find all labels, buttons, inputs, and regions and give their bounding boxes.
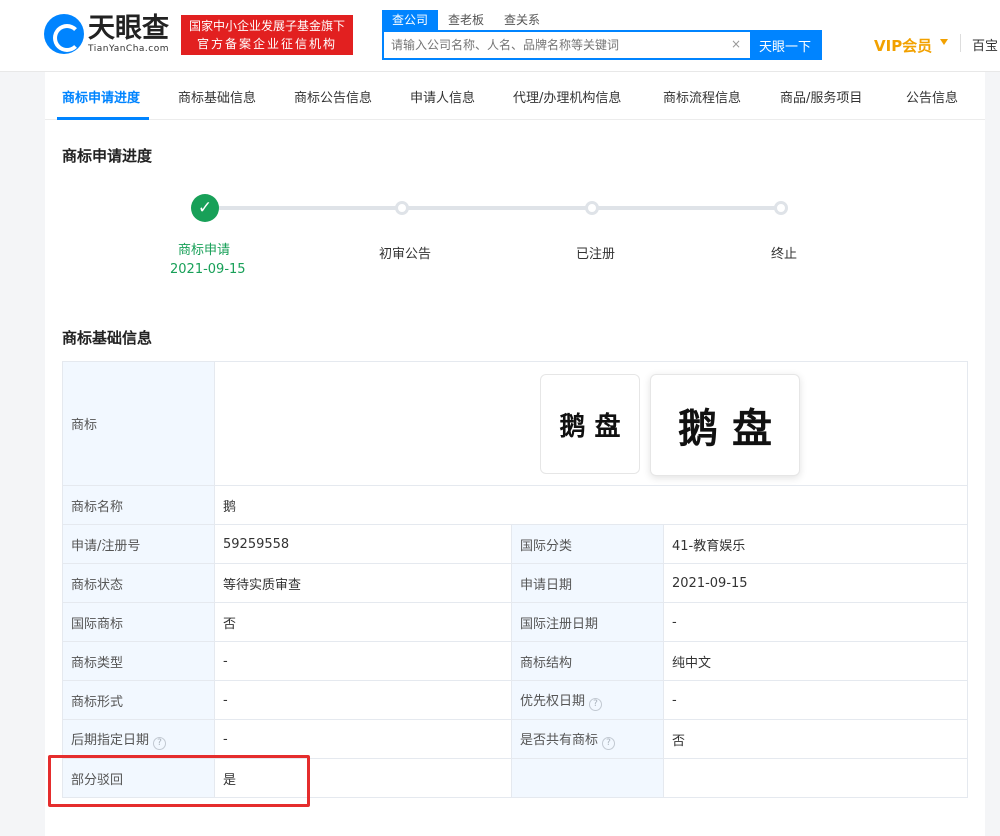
cell-label: 国际注册日期 bbox=[511, 602, 664, 642]
table-row: 商标名称 鹅 bbox=[62, 485, 969, 525]
search-input[interactable] bbox=[384, 32, 729, 58]
search-box: × 天眼一下 bbox=[382, 30, 822, 60]
cell-label: 国际分类 bbox=[511, 524, 664, 564]
step-label-preliminary: 初审公告 bbox=[379, 247, 432, 262]
official-badge: 国家中小企业发展子基金旗下 官方备案企业征信机构 bbox=[181, 15, 353, 55]
table-row: 后期指定日期? - 是否共有商标? 否 bbox=[62, 719, 969, 759]
cell-value: - bbox=[214, 680, 512, 720]
cell-label: 商标形式 bbox=[62, 680, 215, 720]
tagline-line-2: 官方备案企业征信机构 bbox=[196, 37, 337, 51]
trademark-label: 商标 bbox=[62, 361, 215, 486]
cell-label: 商标结构 bbox=[511, 641, 664, 681]
tab-agency-info[interactable]: 代理/办理机构信息 bbox=[513, 87, 621, 106]
vip-member-link[interactable]: VIP会员 bbox=[874, 35, 932, 56]
step-label-application: 商标申请 bbox=[178, 243, 231, 258]
header-divider bbox=[960, 34, 961, 52]
cell-value: 2021-09-15 bbox=[662, 563, 969, 603]
tagline-line-1: 国家中小企业发展子基金旗下 bbox=[188, 19, 345, 33]
cell-value: 否 bbox=[214, 602, 512, 642]
cell-value: - bbox=[662, 602, 969, 642]
trademark-thumbnail[interactable]: 鹅 盘 bbox=[540, 374, 640, 474]
priority-label: 优先权日期 bbox=[520, 693, 586, 709]
tab-application-progress[interactable]: 商标申请进度 bbox=[62, 87, 140, 106]
tianyancha-logo[interactable]: 天眼查 TianYanCha.com bbox=[44, 14, 176, 56]
step-date-application: 2021-09-15 bbox=[170, 262, 246, 277]
cell-label: 国际商标 bbox=[62, 602, 215, 642]
cell-value: 59259558 bbox=[214, 524, 512, 564]
step-dot-terminated bbox=[774, 201, 788, 215]
cell-label: 申请日期 bbox=[511, 563, 664, 603]
later-date-label: 后期指定日期 bbox=[71, 732, 150, 748]
table-row: 商标 bbox=[62, 361, 969, 486]
cell-value: 等待实质审查 bbox=[214, 563, 512, 603]
step-dot-preliminary bbox=[395, 201, 409, 215]
tab-basic-info[interactable]: 商标基础信息 bbox=[178, 87, 256, 106]
cell-value: - bbox=[214, 641, 512, 681]
cell-label bbox=[511, 758, 664, 798]
search-tab-boss[interactable]: 查老板 bbox=[438, 10, 494, 30]
table-row: 商标类型 - 商标结构 纯中文 bbox=[62, 641, 969, 681]
cell-label: 优先权日期? bbox=[511, 680, 664, 720]
cell-value: 鹅 bbox=[213, 485, 969, 525]
check-icon: ✓ bbox=[191, 194, 219, 222]
trademark-image-preview[interactable]: 鹅 盘 bbox=[650, 374, 800, 476]
caret-down-icon[interactable] bbox=[940, 39, 948, 45]
cell-label: 是否共有商标? bbox=[511, 719, 664, 759]
progress-title: 商标申请进度 bbox=[62, 147, 153, 165]
step-dot-registered bbox=[585, 201, 599, 215]
cell-label: 商标状态 bbox=[62, 563, 215, 603]
basic-info-title: 商标基础信息 bbox=[62, 329, 153, 347]
tab-process-info[interactable]: 商标流程信息 bbox=[663, 87, 741, 106]
help-icon[interactable]: ? bbox=[589, 697, 603, 711]
cell-value: 纯中文 bbox=[662, 641, 969, 681]
cell-label: 商标类型 bbox=[62, 641, 215, 681]
tab-notices[interactable]: 公告信息 bbox=[906, 87, 958, 106]
search-button[interactable]: 天眼一下 bbox=[750, 32, 820, 58]
cell-value: - bbox=[662, 680, 969, 720]
cell-value: 否 bbox=[662, 719, 969, 759]
table-row: 商标状态 等待实质审查 申请日期 2021-09-15 bbox=[62, 563, 969, 603]
help-icon[interactable]: ? bbox=[153, 736, 167, 750]
cell-label: 商标名称 bbox=[62, 485, 215, 525]
cell-value: - bbox=[214, 719, 512, 759]
progress-timeline bbox=[205, 206, 783, 210]
cell-value: 41-教育娱乐 bbox=[662, 524, 969, 564]
table-row: 商标形式 - 优先权日期? - bbox=[62, 680, 969, 720]
baike-link[interactable]: 百宝 bbox=[972, 35, 998, 54]
table-row: 国际商标 否 国际注册日期 - bbox=[62, 602, 969, 642]
logo-subtitle: TianYanCha.com bbox=[88, 44, 170, 54]
cell-value bbox=[662, 758, 969, 798]
table-row: 申请/注册号 59259558 国际分类 41-教育娱乐 bbox=[62, 524, 969, 564]
search-type-tabs: 查公司 查老板 查关系 bbox=[382, 10, 550, 30]
eye-logo-icon bbox=[44, 14, 84, 54]
help-icon[interactable]: ? bbox=[602, 736, 616, 750]
tab-announcement-info[interactable]: 商标公告信息 bbox=[294, 87, 372, 106]
cell-label: 后期指定日期? bbox=[62, 719, 215, 759]
search-tab-relation[interactable]: 查关系 bbox=[494, 10, 550, 30]
step-label-terminated: 终止 bbox=[771, 247, 798, 262]
shared-mark-label: 是否共有商标 bbox=[520, 732, 599, 748]
annotation-highlight-box bbox=[48, 755, 310, 807]
trademark-detail-panel: 商标申请进度 商标基础信息 商标公告信息 申请人信息 代理/办理机构信息 商标流… bbox=[45, 72, 985, 836]
section-nav: 商标申请进度 商标基础信息 商标公告信息 申请人信息 代理/办理机构信息 商标流… bbox=[45, 72, 985, 120]
tab-applicant-info[interactable]: 申请人信息 bbox=[410, 87, 475, 106]
tab-goods-services[interactable]: 商品/服务项目 bbox=[780, 87, 862, 106]
logo-title: 天眼查 bbox=[88, 13, 169, 44]
search-tab-company[interactable]: 查公司 bbox=[382, 10, 439, 30]
step-label-registered: 已注册 bbox=[576, 247, 616, 262]
basic-info-table: 商标 商标名称 鹅 申请/注册号 59259558 国际分类 41-教育娱乐 商… bbox=[62, 361, 969, 798]
top-header: 天眼查 TianYanCha.com 国家中小企业发展子基金旗下 官方备案企业征… bbox=[0, 0, 1000, 72]
active-tab-indicator bbox=[57, 117, 149, 120]
clear-icon[interactable]: × bbox=[731, 37, 741, 51]
cell-label: 申请/注册号 bbox=[62, 524, 215, 564]
